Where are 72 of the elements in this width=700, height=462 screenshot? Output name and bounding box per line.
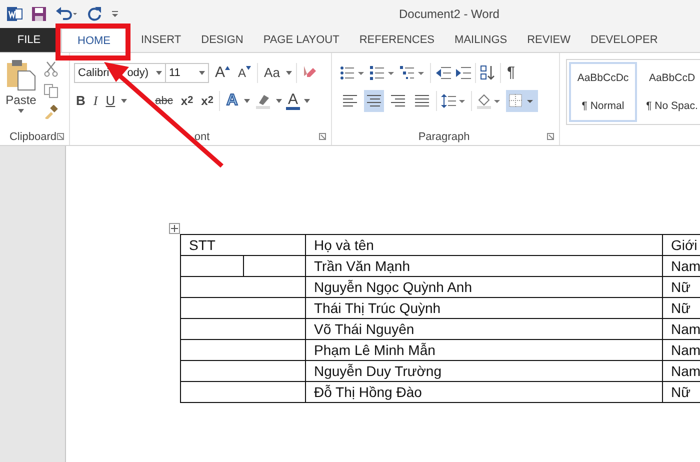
redo-icon[interactable] [87, 6, 103, 22]
multilevel-list-icon[interactable] [400, 66, 426, 80]
table-cell: Võ Thái Nguyên [306, 318, 662, 340]
table-cell: Phạm Lê Minh Mẫn [306, 340, 662, 360]
italic-button[interactable]: I [91, 92, 100, 110]
copy-icon[interactable] [44, 84, 58, 98]
bullets-icon[interactable] [340, 66, 366, 80]
file-tab[interactable]: FILE [0, 28, 58, 52]
style-item[interactable]: AaBbCcD ¶ No Spac. [638, 62, 700, 122]
table-cell: Đỗ Thị Hồng Đào [306, 382, 662, 402]
document-app-icon[interactable] [7, 6, 23, 22]
highlighter-icon[interactable] [254, 93, 272, 109]
strikethrough-button[interactable]: abc [153, 92, 175, 110]
ribbon-tab[interactable]: MAILINGS [444, 28, 518, 52]
style-item[interactable]: AaBbCcDc ¶ Normal [569, 62, 637, 122]
launcher-icon[interactable] [547, 133, 554, 140]
ribbon-tab[interactable]: INSERT [131, 28, 192, 52]
line-spacing-icon[interactable] [441, 94, 467, 108]
table-cell: Thái Thị Trúc Quỳnh [306, 298, 662, 318]
bold-button[interactable]: B [74, 92, 88, 110]
up-triangle-icon [225, 66, 230, 70]
table-move-handle-icon[interactable] [169, 223, 180, 234]
decrease-indent-icon[interactable] [435, 66, 451, 80]
superscript-button[interactable]: x$^{2}$ [199, 92, 216, 110]
numbering-icon[interactable] [370, 66, 396, 80]
undo-icon[interactable] [55, 6, 79, 22]
ribbon-tab[interactable]: HOME [61, 28, 127, 52]
down-triangle-icon [246, 66, 252, 70]
caret-icon[interactable] [121, 99, 128, 103]
table-cell: Trần Văn Mạnh [306, 256, 662, 276]
change-case-button[interactable]: Aa [262, 64, 282, 82]
alignment-button[interactable] [364, 90, 384, 112]
caret-icon[interactable] [304, 99, 310, 103]
caret-icon[interactable] [286, 71, 292, 75]
ribbon-tab[interactable]: REVIEW [517, 28, 581, 52]
format-painter-icon[interactable] [44, 105, 58, 119]
paste-label[interactable]: Paste [6, 93, 36, 107]
launcher-icon[interactable] [319, 133, 326, 140]
save-icon[interactable] [31, 6, 47, 22]
shading-icon[interactable] [476, 93, 502, 109]
group-label: Paragraph [418, 131, 470, 143]
scissors-icon[interactable] [44, 61, 58, 77]
caret-icon[interactable] [199, 71, 205, 75]
window-title: Document2 - Word [399, 7, 500, 21]
increase-indent-icon[interactable] [455, 66, 471, 80]
grow-font-button[interactable]: A [213, 64, 232, 82]
underline-button[interactable]: U [104, 92, 118, 110]
caret-icon[interactable] [18, 109, 24, 113]
borders-button[interactable] [506, 90, 538, 112]
table-header-cell: Giới [662, 234, 700, 256]
ribbon-tab[interactable]: PAGE LAYOUT [253, 28, 350, 52]
group-label: Clipboard [9, 131, 57, 143]
table-cell: Nguyễn Duy Trường [306, 360, 662, 382]
caret-icon[interactable] [156, 71, 162, 75]
caret-icon[interactable] [276, 99, 282, 103]
table-cell [243, 256, 306, 276]
ribbon-tab[interactable]: DESIGN [191, 28, 254, 52]
clipboard-icon[interactable] [6, 59, 36, 91]
table-header-cell: STT [180, 234, 306, 256]
shrink-font-button[interactable]: A [236, 64, 254, 82]
font-color-button[interactable]: A [286, 92, 300, 110]
group-label: ont [194, 131, 210, 143]
show-marks-button[interactable]: ¶ [505, 64, 518, 82]
font-size-field[interactable]: 11 [165, 63, 209, 83]
table-cell: Nguyễn Ngọc Quỳnh Anh [306, 276, 662, 298]
ribbon-tab[interactable]: REFERENCES [349, 28, 445, 52]
caret-icon[interactable] [244, 99, 250, 103]
launcher-icon[interactable] [57, 133, 64, 140]
sort-icon[interactable] [480, 65, 496, 81]
customize-icon[interactable] [111, 9, 119, 19]
table-header-cell: Họ và tên [306, 234, 662, 256]
ribbon-tab[interactable]: DEVELOPER [580, 28, 668, 52]
